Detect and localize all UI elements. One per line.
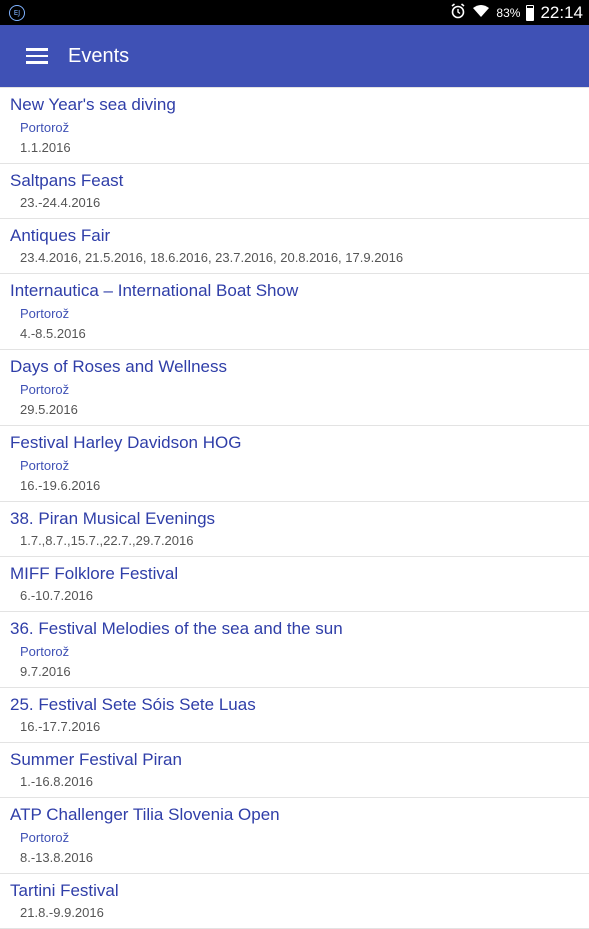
event-list-item[interactable]: Saltpans Feast 23.-24.4.2016	[0, 164, 589, 219]
event-title: New Year's sea diving	[10, 95, 176, 114]
battery-fill	[527, 7, 534, 20]
event-title: Tartini Festival	[10, 881, 119, 900]
status-bar: EJ 83% 22:14	[0, 0, 589, 25]
event-date: 1.-16.8.2016	[20, 774, 94, 789]
event-list-item[interactable]: 36. Festival Melodies of the sea and the…	[0, 612, 589, 688]
battery-percent: 83%	[496, 5, 521, 20]
event-location: Portorož	[20, 306, 70, 321]
event-title: 36. Festival Melodies of the sea and the…	[10, 619, 343, 638]
event-date: 16.-19.6.2016	[20, 478, 101, 493]
notification-app-icon-label: EJ	[13, 8, 21, 17]
status-right-group: 83% 22:14	[450, 0, 583, 25]
battery-icon	[526, 4, 535, 21]
event-title: ATP Challenger Tilia Slovenia Open	[10, 805, 280, 824]
wifi-icon	[472, 4, 490, 21]
event-list-item[interactable]: MIFF Folklore Festival 6.-10.7.2016	[0, 557, 589, 612]
event-date: 1.7.,8.7.,15.7.,22.7.,29.7.2016	[20, 533, 194, 548]
event-date: 6.-10.7.2016	[20, 588, 94, 603]
event-list: New Year's sea diving Portorož 1.1.2016 Sal…	[0, 87, 589, 929]
event-date: 29.5.2016	[20, 402, 78, 417]
event-list-item[interactable]: Antiques Fair 23.4.2016, 21.5.2016, 18.6.…	[0, 219, 589, 274]
menu-icon[interactable]	[26, 44, 48, 68]
event-list-item[interactable]: Tartini Festival 21.8.-9.9.2016	[0, 874, 589, 929]
event-date: 9.7.2016	[20, 664, 71, 679]
notification-app-icon: EJ	[9, 4, 25, 21]
event-location: Portorož	[20, 830, 70, 845]
event-title: Saltpans Feast	[10, 171, 124, 190]
event-title: 25. Festival Sete Sóis Sete Luas	[10, 695, 256, 714]
event-location: Portorož	[20, 382, 70, 397]
event-title: Antiques Fair	[10, 226, 111, 245]
event-date: 21.8.-9.9.2016	[20, 905, 104, 920]
event-title: Festival Harley Davidson HOG	[10, 433, 242, 452]
event-list-item[interactable]: Days of Roses and Wellness Portorož 29.5.2…	[0, 350, 589, 426]
event-list-item[interactable]: 38. Piran Musical Evenings 1.7.,8.7.,15.7…	[0, 502, 589, 557]
event-title: MIFF Folklore Festival	[10, 564, 179, 583]
page-title: Events	[68, 44, 130, 67]
clock: 22:14	[540, 2, 583, 22]
app-toolbar: Events	[0, 25, 589, 87]
event-title: Days of Roses and Wellness	[10, 357, 228, 376]
event-date: 1.1.2016	[20, 140, 71, 155]
alarm-icon	[450, 3, 466, 22]
event-date: 23.-24.4.2016	[20, 195, 101, 210]
event-title: 38. Piran Musical Evenings	[10, 509, 216, 528]
event-date: 23.4.2016, 21.5.2016, 18.6.2016, 23.7.20…	[20, 250, 404, 265]
event-date: 16.-17.7.2016	[20, 719, 101, 734]
event-list-item[interactable]: Internautica – International Boat Show Po…	[0, 274, 589, 350]
event-date: 4.-8.5.2016	[20, 326, 86, 341]
event-list-item[interactable]: Festival Harley Davidson HOG Portorož 16.-…	[0, 426, 589, 502]
event-location: Portorož	[20, 120, 70, 135]
event-location: Portorož	[20, 458, 70, 473]
event-list-item[interactable]: ATP Challenger Tilia Slovenia Open Portor…	[0, 798, 589, 874]
event-location: Portorož	[20, 644, 70, 659]
event-list-item[interactable]: 25. Festival Sete Sóis Sete Luas 16.-17.7…	[0, 688, 589, 743]
event-list-item[interactable]: New Year's sea diving Portorož 1.1.2016	[0, 88, 589, 164]
event-title: Summer Festival Piran	[10, 750, 182, 769]
event-title: Internautica – International Boat Show	[10, 281, 299, 300]
event-list-item[interactable]: Summer Festival Piran 1.-16.8.2016	[0, 743, 589, 798]
event-date: 8.-13.8.2016	[20, 850, 94, 865]
